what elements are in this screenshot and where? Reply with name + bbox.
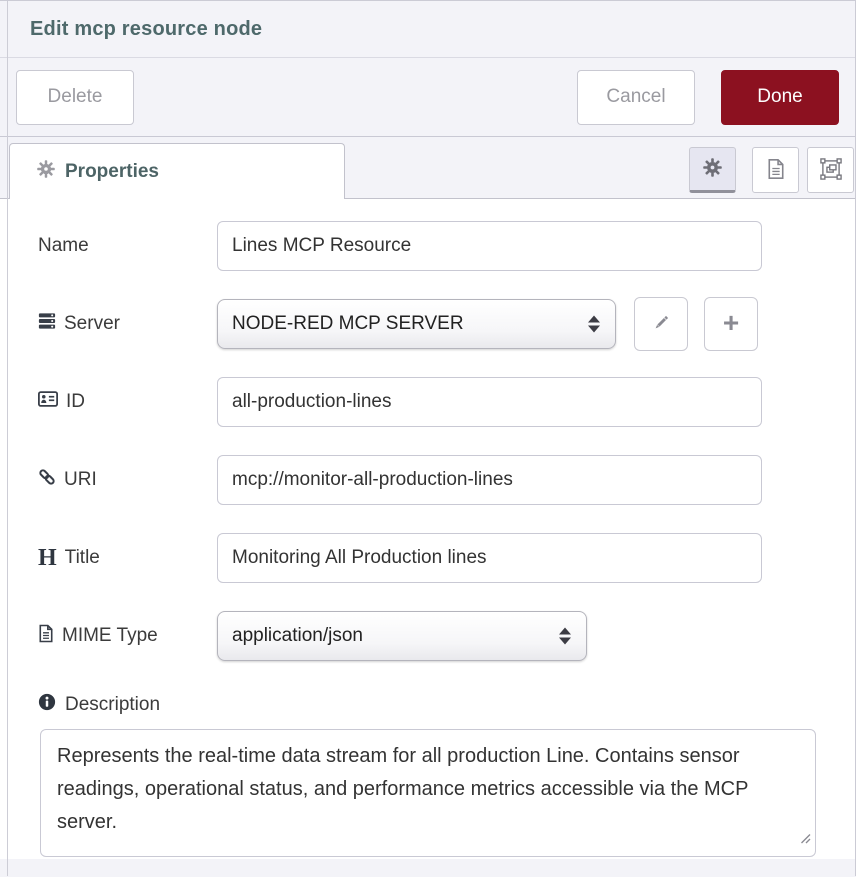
uri-label: URI bbox=[38, 468, 217, 492]
dialog-header: Edit mcp resource node bbox=[0, 1, 855, 58]
name-input[interactable] bbox=[217, 221, 762, 271]
mime-label-text: MIME Type bbox=[62, 625, 158, 647]
cancel-button[interactable]: Cancel bbox=[577, 70, 695, 125]
uri-input[interactable] bbox=[217, 455, 762, 505]
appearance-icon bbox=[820, 158, 842, 183]
form-row-title: H Title bbox=[38, 533, 855, 583]
title-input[interactable] bbox=[217, 533, 762, 583]
gear-icon bbox=[703, 158, 722, 180]
edit-server-button[interactable] bbox=[634, 297, 688, 351]
name-label: Name bbox=[38, 235, 217, 257]
id-label: ID bbox=[38, 391, 217, 413]
name-label-text: Name bbox=[38, 235, 89, 257]
title-label-text: Title bbox=[65, 547, 100, 569]
server-label: Server bbox=[38, 312, 217, 336]
dialog-button-bar: Delete Cancel Done bbox=[0, 58, 855, 137]
pencil-icon bbox=[652, 314, 670, 335]
description-tab-button[interactable] bbox=[752, 147, 799, 193]
edit-node-dialog: Edit mcp resource node Delete Cancel Don… bbox=[0, 0, 856, 876]
select-arrows-icon bbox=[559, 628, 571, 645]
server-select[interactable]: NODE-RED MCP SERVER bbox=[217, 299, 616, 349]
mime-select-value: application/json bbox=[232, 625, 363, 647]
server-label-text: Server bbox=[64, 313, 120, 335]
server-select-value: NODE-RED MCP SERVER bbox=[232, 313, 464, 335]
form-row-server: Server NODE-RED MCP SERVER bbox=[38, 299, 855, 349]
id-label-text: ID bbox=[66, 391, 85, 413]
tab-bar: Properties bbox=[0, 137, 855, 199]
dialog-title: Edit mcp resource node bbox=[30, 18, 262, 41]
mime-label: MIME Type bbox=[38, 624, 217, 649]
gear-icon bbox=[37, 160, 55, 183]
tray-footer bbox=[0, 859, 855, 877]
link-icon bbox=[38, 468, 56, 492]
info-icon bbox=[38, 693, 56, 717]
tab-action-buttons bbox=[689, 147, 854, 198]
document-icon bbox=[766, 158, 786, 183]
properties-tab-button[interactable] bbox=[689, 147, 736, 193]
properties-form: Name Server NODE-RED bbox=[0, 199, 855, 859]
done-button[interactable]: Done bbox=[721, 70, 839, 125]
description-field-wrap: Represents the real-time data stream for… bbox=[40, 729, 816, 857]
form-row-mime: MIME Type application/json bbox=[38, 611, 855, 661]
delete-button[interactable]: Delete bbox=[16, 70, 134, 125]
select-arrows-icon bbox=[588, 316, 600, 333]
description-textarea[interactable]: Represents the real-time data stream for… bbox=[40, 729, 816, 857]
server-icon bbox=[38, 312, 56, 336]
tray-left-border bbox=[7, 1, 8, 876]
description-label-text: Description bbox=[65, 694, 160, 716]
appearance-tab-button[interactable] bbox=[807, 147, 854, 193]
header-icon: H bbox=[38, 546, 57, 570]
mime-type-select[interactable]: application/json bbox=[217, 611, 587, 661]
plus-icon: + bbox=[723, 309, 739, 337]
form-row-uri: URI bbox=[38, 455, 855, 505]
form-row-name: Name bbox=[38, 221, 855, 271]
title-label: H Title bbox=[38, 546, 217, 570]
id-input[interactable] bbox=[217, 377, 762, 427]
tab-properties[interactable]: Properties bbox=[9, 143, 345, 199]
uri-label-text: URI bbox=[64, 469, 97, 491]
description-label: Description bbox=[38, 693, 855, 717]
tab-properties-label: Properties bbox=[65, 161, 159, 183]
form-row-id: ID bbox=[38, 377, 855, 427]
add-server-button[interactable]: + bbox=[704, 297, 758, 351]
file-icon bbox=[38, 624, 54, 649]
id-card-icon bbox=[38, 391, 58, 413]
